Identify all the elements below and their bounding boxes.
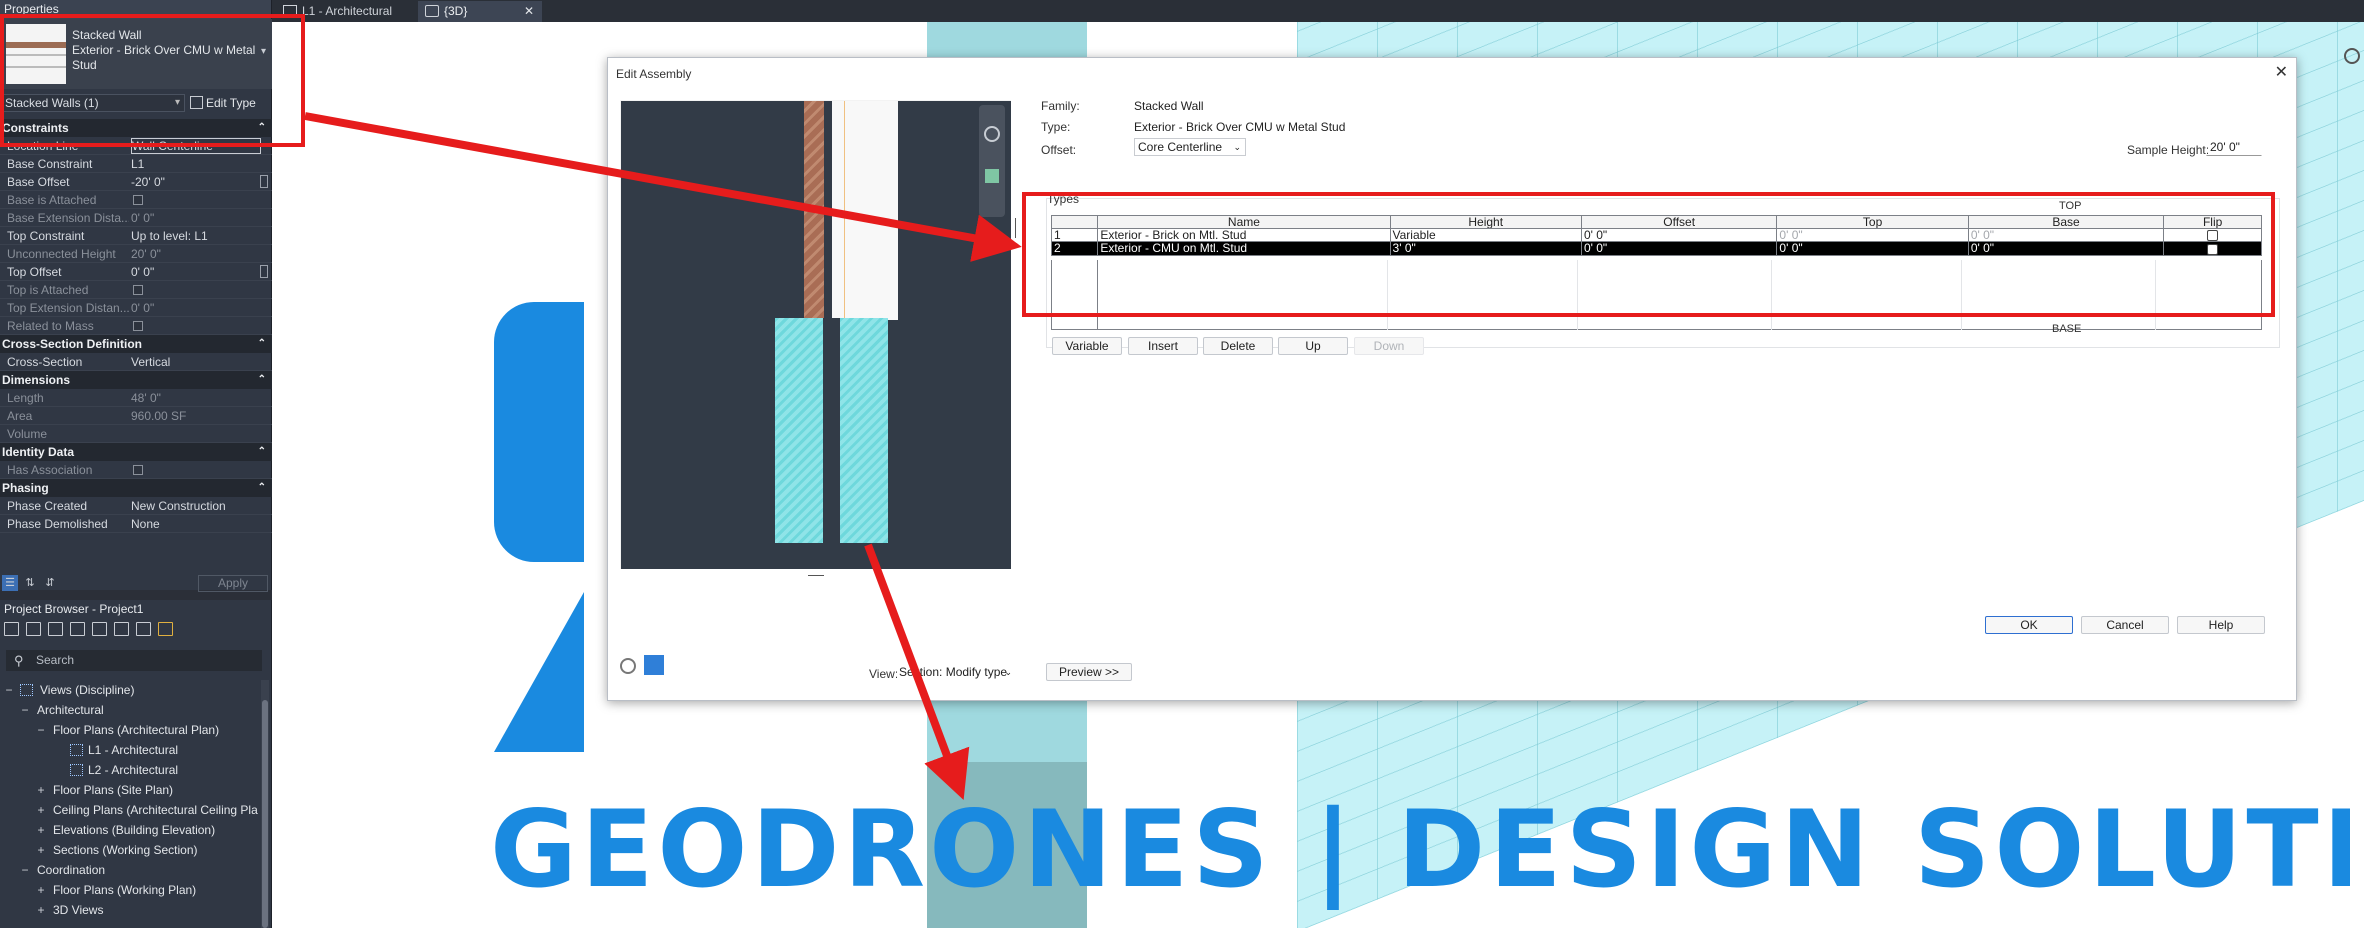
annotation-arrows bbox=[304, 112, 1022, 800]
annotation-arrow-down bbox=[864, 543, 970, 800]
annotation-arrow-right bbox=[304, 112, 1022, 262]
